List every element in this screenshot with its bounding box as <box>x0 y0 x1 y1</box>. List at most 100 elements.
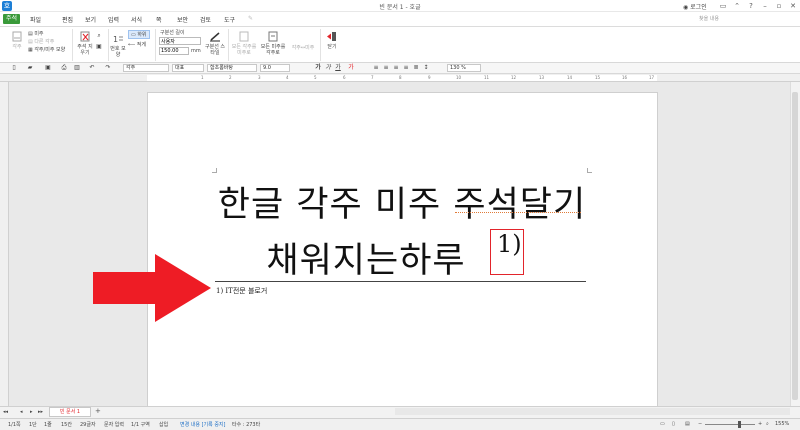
sep-line-length-select[interactable] <box>159 37 201 45</box>
switch-note-button[interactable]: 각주↔미주 <box>289 45 317 51</box>
font-lang-select[interactable]: 대표 <box>172 64 204 72</box>
tab-nav-prev-icon[interactable]: ◂ <box>20 409 23 415</box>
new-doc-icon[interactable]: ▯ <box>10 64 18 72</box>
menu-format[interactable]: 서식 <box>131 15 142 24</box>
font-select[interactable]: 함초롬바탕 <box>207 64 257 72</box>
italic-icon[interactable]: 가 <box>324 64 332 72</box>
ruler-tick: 14 <box>567 75 573 80</box>
next-note-icon[interactable]: ▣ <box>95 43 103 51</box>
menu-view[interactable]: 보기 <box>85 15 96 24</box>
tab-nav-last-icon[interactable]: ▸▸ <box>38 409 43 415</box>
menu-footnote-tab[interactable]: 주석 <box>3 14 21 24</box>
prev-note-icon[interactable]: ⌕ <box>95 32 103 40</box>
zoom-out-icon[interactable]: − <box>698 421 702 427</box>
all-to-footnote-button[interactable]: 모든 미주를 각주로 <box>260 31 286 56</box>
tab-nav-first-icon[interactable]: ◂◂ <box>3 409 8 415</box>
zoom-level[interactable]: 155% <box>775 421 789 427</box>
red-arrow-annotation <box>93 254 211 322</box>
ruler-tick: 4 <box>286 75 289 80</box>
ruler-tick: 2 <box>229 75 232 80</box>
print-preview-icon[interactable]: ▥ <box>73 64 81 72</box>
undo-icon[interactable]: ↶ <box>88 64 96 72</box>
vertical-scroll-thumb[interactable] <box>792 92 798 400</box>
svg-text:1: 1 <box>113 35 118 44</box>
delete-note-button[interactable]: 주석 지우기 <box>76 31 94 56</box>
align-right-icon[interactable]: ≡ <box>402 64 410 72</box>
ruler-tick: 6 <box>343 75 346 80</box>
status-track-changes[interactable]: 변경 내용 [기록 중지] <box>180 421 225 428</box>
help-icon[interactable]: ? <box>744 0 758 12</box>
note-shape-button[interactable]: ▦ 각주/미주 모양 <box>28 46 65 53</box>
underline-icon[interactable]: 가 <box>334 64 342 72</box>
add-tab-button[interactable]: + <box>95 407 101 415</box>
endnote-button[interactable]: ▤ 미주 <box>28 30 44 37</box>
dash-option[interactable]: ▭ 하위 <box>128 30 150 39</box>
menu-review[interactable]: 검토 <box>200 15 211 24</box>
align-center-icon[interactable]: ≡ <box>392 64 400 72</box>
zoom-select[interactable]: 130 % <box>447 64 481 72</box>
maximize-button[interactable]: ▫ <box>772 0 786 12</box>
horizontal-scrollbar[interactable] <box>395 408 790 415</box>
footnote-button[interactable]: 각주 <box>8 31 26 50</box>
save-icon[interactable]: ▣ <box>44 64 52 72</box>
window-title: 빈 문서 1 - 호글 <box>379 4 421 11</box>
close-button[interactable]: ✕ <box>786 0 800 12</box>
zoom-search-icon[interactable]: ⌕ <box>766 421 769 427</box>
search-input[interactable]: 찾을 내용 <box>697 14 772 24</box>
ruler-tick: 8 <box>399 75 402 80</box>
menu-insert[interactable]: 입력 <box>108 15 119 24</box>
view-web-icon[interactable]: ▯ <box>672 421 675 427</box>
minimize-button[interactable]: – <box>758 0 772 12</box>
print-icon[interactable]: ⎙ <box>60 64 68 72</box>
ruler-tick: 5 <box>314 75 317 80</box>
close-note-button[interactable]: 닫기 <box>323 31 341 50</box>
tab-nav-next-icon[interactable]: ▸ <box>30 409 33 415</box>
style-select[interactable]: 각주 <box>123 64 169 72</box>
menu-tools[interactable]: 도구 <box>224 15 235 24</box>
horizontal-ruler[interactable]: 1 2 3 4 5 6 7 8 9 10 11 12 13 14 15 16 1… <box>0 74 800 82</box>
view-normal-icon[interactable]: ▭ <box>660 421 665 427</box>
distribute-icon[interactable]: ≣ <box>412 64 420 72</box>
zoom-slider[interactable] <box>705 424 755 425</box>
menu-page[interactable]: 쪽 <box>156 15 162 24</box>
menu-extra-icon[interactable]: ✎ <box>248 15 253 22</box>
footnote-text[interactable]: 1) IT전문 블로거 <box>216 286 267 296</box>
view-outline-icon[interactable]: ▤ <box>685 421 690 427</box>
status-line: 1줄 <box>44 422 52 428</box>
sep-width-input[interactable] <box>159 47 189 55</box>
status-insert-mode[interactable]: 삽입 <box>159 421 168 428</box>
bold-icon[interactable]: 가 <box>314 64 322 72</box>
login-button[interactable]: ◉ 로그인 <box>683 2 707 11</box>
font-color-icon[interactable]: 가 <box>347 64 355 72</box>
zoom-in-icon[interactable]: + <box>758 421 762 427</box>
ruler-tick: 3 <box>258 75 261 80</box>
line-icon: ⟵ <box>128 42 137 48</box>
vertical-ruler[interactable] <box>0 82 9 406</box>
ruler-tick: 17 <box>649 75 655 80</box>
all-to-endnote-button[interactable]: 모든 각주를 미주로 <box>231 31 257 56</box>
ruler-tick: 7 <box>371 75 374 80</box>
zoom-slider-knob[interactable] <box>738 421 741 428</box>
menu-file[interactable]: 파일 <box>30 15 41 24</box>
status-area: 1/1 구역 <box>131 422 150 428</box>
status-input-mode[interactable]: 문자 입력 <box>104 421 124 428</box>
spellcheck-underline <box>455 211 581 213</box>
doc-heading-line1[interactable]: 한글 각주 미주 주석달기 <box>146 176 658 227</box>
font-size-input[interactable]: 9.0 <box>260 64 290 72</box>
sep-style-button[interactable]: 구분선 스타일 <box>205 31 225 56</box>
menu-edit[interactable]: 편집 <box>62 15 73 24</box>
document-tab[interactable]: 빈 문서 1 <box>49 407 91 417</box>
align-justify-icon[interactable]: ≡ <box>382 64 390 72</box>
open-folder-icon[interactable]: ▰ <box>26 64 34 72</box>
line-option[interactable]: ⟵ 적게 <box>128 41 146 48</box>
number-shape-button[interactable]: 1 번호 모양 <box>110 33 126 58</box>
align-left-icon[interactable]: ≡ <box>372 64 380 72</box>
ribbon-collapse-icon[interactable]: ⌃ <box>730 0 744 12</box>
ribbon-toggle-button[interactable]: ▭ <box>716 0 730 12</box>
line-spacing-icon[interactable]: ↕ <box>422 64 430 72</box>
status-page[interactable]: 1/1쪽 <box>8 421 21 428</box>
status-column: 15칸 <box>61 422 72 428</box>
redo-icon[interactable]: ↷ <box>104 64 112 72</box>
menu-security[interactable]: 보안 <box>177 15 188 24</box>
other-note-button[interactable]: ▤ 다른 각주 <box>28 38 54 45</box>
